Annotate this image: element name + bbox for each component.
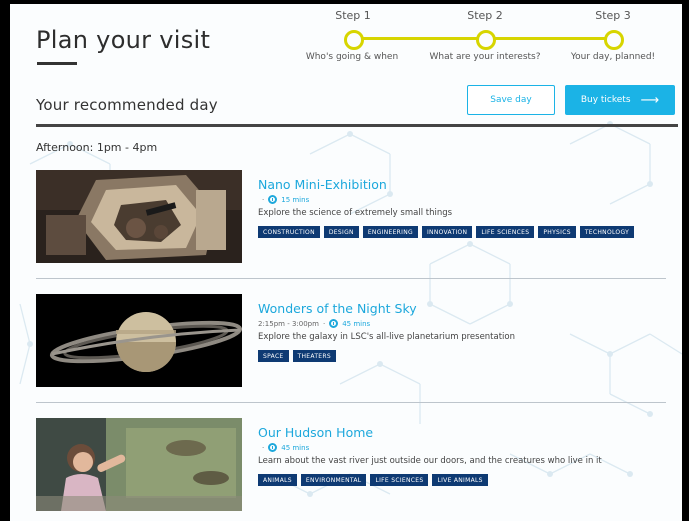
itinerary-item: Nano Mini-Exhibition · 15 mins Explore t… xyxy=(36,170,676,280)
step-3-desc: Your day, planned! xyxy=(570,52,656,62)
tag-list: ANIMALS ENVIRONMENTAL LIFE SCIENCES LIVE… xyxy=(258,474,638,486)
page-title: Plan your visit xyxy=(36,26,211,54)
plan-visit-page: Plan your visit Step 1 Step 2 Step 3 Who… xyxy=(10,4,682,521)
step-1-desc: Who's going & when xyxy=(305,52,399,62)
tag[interactable]: SPACE xyxy=(258,350,289,362)
recommended-day-title: Your recommended day xyxy=(36,96,218,114)
section-divider xyxy=(36,124,678,127)
progress-stepper: Step 1 Step 2 Step 3 Who's going & when … xyxy=(300,4,680,74)
item-meta: · 15 mins xyxy=(262,195,310,204)
item-description: Explore the galaxy in LSC's all-live pla… xyxy=(258,332,516,342)
title-underline xyxy=(37,62,77,65)
item-title[interactable]: Nano Mini-Exhibition xyxy=(258,177,387,192)
item-meta: 2:15pm - 3:00pm · 45 mins xyxy=(258,319,371,328)
item-divider xyxy=(36,402,666,403)
step-2-desc: What are your interests? xyxy=(429,52,541,62)
item-divider xyxy=(36,278,666,279)
item-duration: 45 mins xyxy=(342,319,371,328)
item-title[interactable]: Wonders of the Night Sky xyxy=(258,301,417,316)
tag[interactable]: ENVIRONMENTAL xyxy=(300,474,367,486)
save-day-label: Save day xyxy=(490,95,532,105)
clock-icon xyxy=(268,443,278,452)
itinerary-item: Wonders of the Night Sky 2:15pm - 3:00pm… xyxy=(36,294,676,404)
clock-icon xyxy=(329,319,339,328)
step-1-dot[interactable] xyxy=(344,30,364,50)
item-duration: 15 mins xyxy=(281,195,310,204)
item-duration: 45 mins xyxy=(281,443,310,452)
arrow-right-icon: ⟶ xyxy=(640,92,660,108)
buy-tickets-label: Buy tickets xyxy=(580,95,631,105)
item-time: 2:15pm - 3:00pm xyxy=(258,319,319,328)
tag[interactable]: ANIMALS xyxy=(258,474,297,486)
tag[interactable]: INNOVATION xyxy=(421,226,473,238)
tag-list: SPACE THEATERS xyxy=(258,350,638,362)
itinerary-item: Our Hudson Home · 45 mins Learn about th… xyxy=(36,418,676,518)
item-description: Explore the science of extremely small t… xyxy=(258,208,453,218)
tag[interactable]: LIVE ANIMALS xyxy=(432,474,488,486)
clock-icon xyxy=(268,195,278,204)
tag[interactable]: DESIGN xyxy=(323,226,359,238)
step-2-label: Step 2 xyxy=(467,9,503,22)
buy-tickets-button[interactable]: Buy tickets ⟶ xyxy=(565,85,675,115)
step-1-label: Step 1 xyxy=(335,9,371,22)
item-description: Learn about the vast river just outside … xyxy=(258,456,602,466)
step-3-dot[interactable] xyxy=(604,30,624,50)
tag[interactable]: CONSTRUCTION xyxy=(258,226,320,238)
item-title[interactable]: Our Hudson Home xyxy=(258,425,373,440)
time-slot-label: Afternoon: 1pm - 4pm xyxy=(36,141,158,154)
step-2-dot[interactable] xyxy=(476,30,496,50)
tag-list: CONSTRUCTION DESIGN ENGINEERING INNOVATI… xyxy=(258,226,638,238)
save-day-button[interactable]: Save day xyxy=(467,85,555,115)
tag[interactable]: PHYSICS xyxy=(538,226,576,238)
night-sky-image[interactable] xyxy=(36,294,242,387)
tag[interactable]: THEATERS xyxy=(292,350,336,362)
item-meta: · 45 mins xyxy=(262,443,310,452)
tag[interactable]: TECHNOLOGY xyxy=(579,226,635,238)
nano-exhibition-image[interactable] xyxy=(36,170,242,263)
step-3-label: Step 3 xyxy=(595,9,631,22)
tag[interactable]: LIFE SCIENCES xyxy=(370,474,429,486)
tag[interactable]: LIFE SCIENCES xyxy=(476,226,535,238)
tag[interactable]: ENGINEERING xyxy=(362,226,418,238)
hudson-home-image[interactable] xyxy=(36,418,242,511)
